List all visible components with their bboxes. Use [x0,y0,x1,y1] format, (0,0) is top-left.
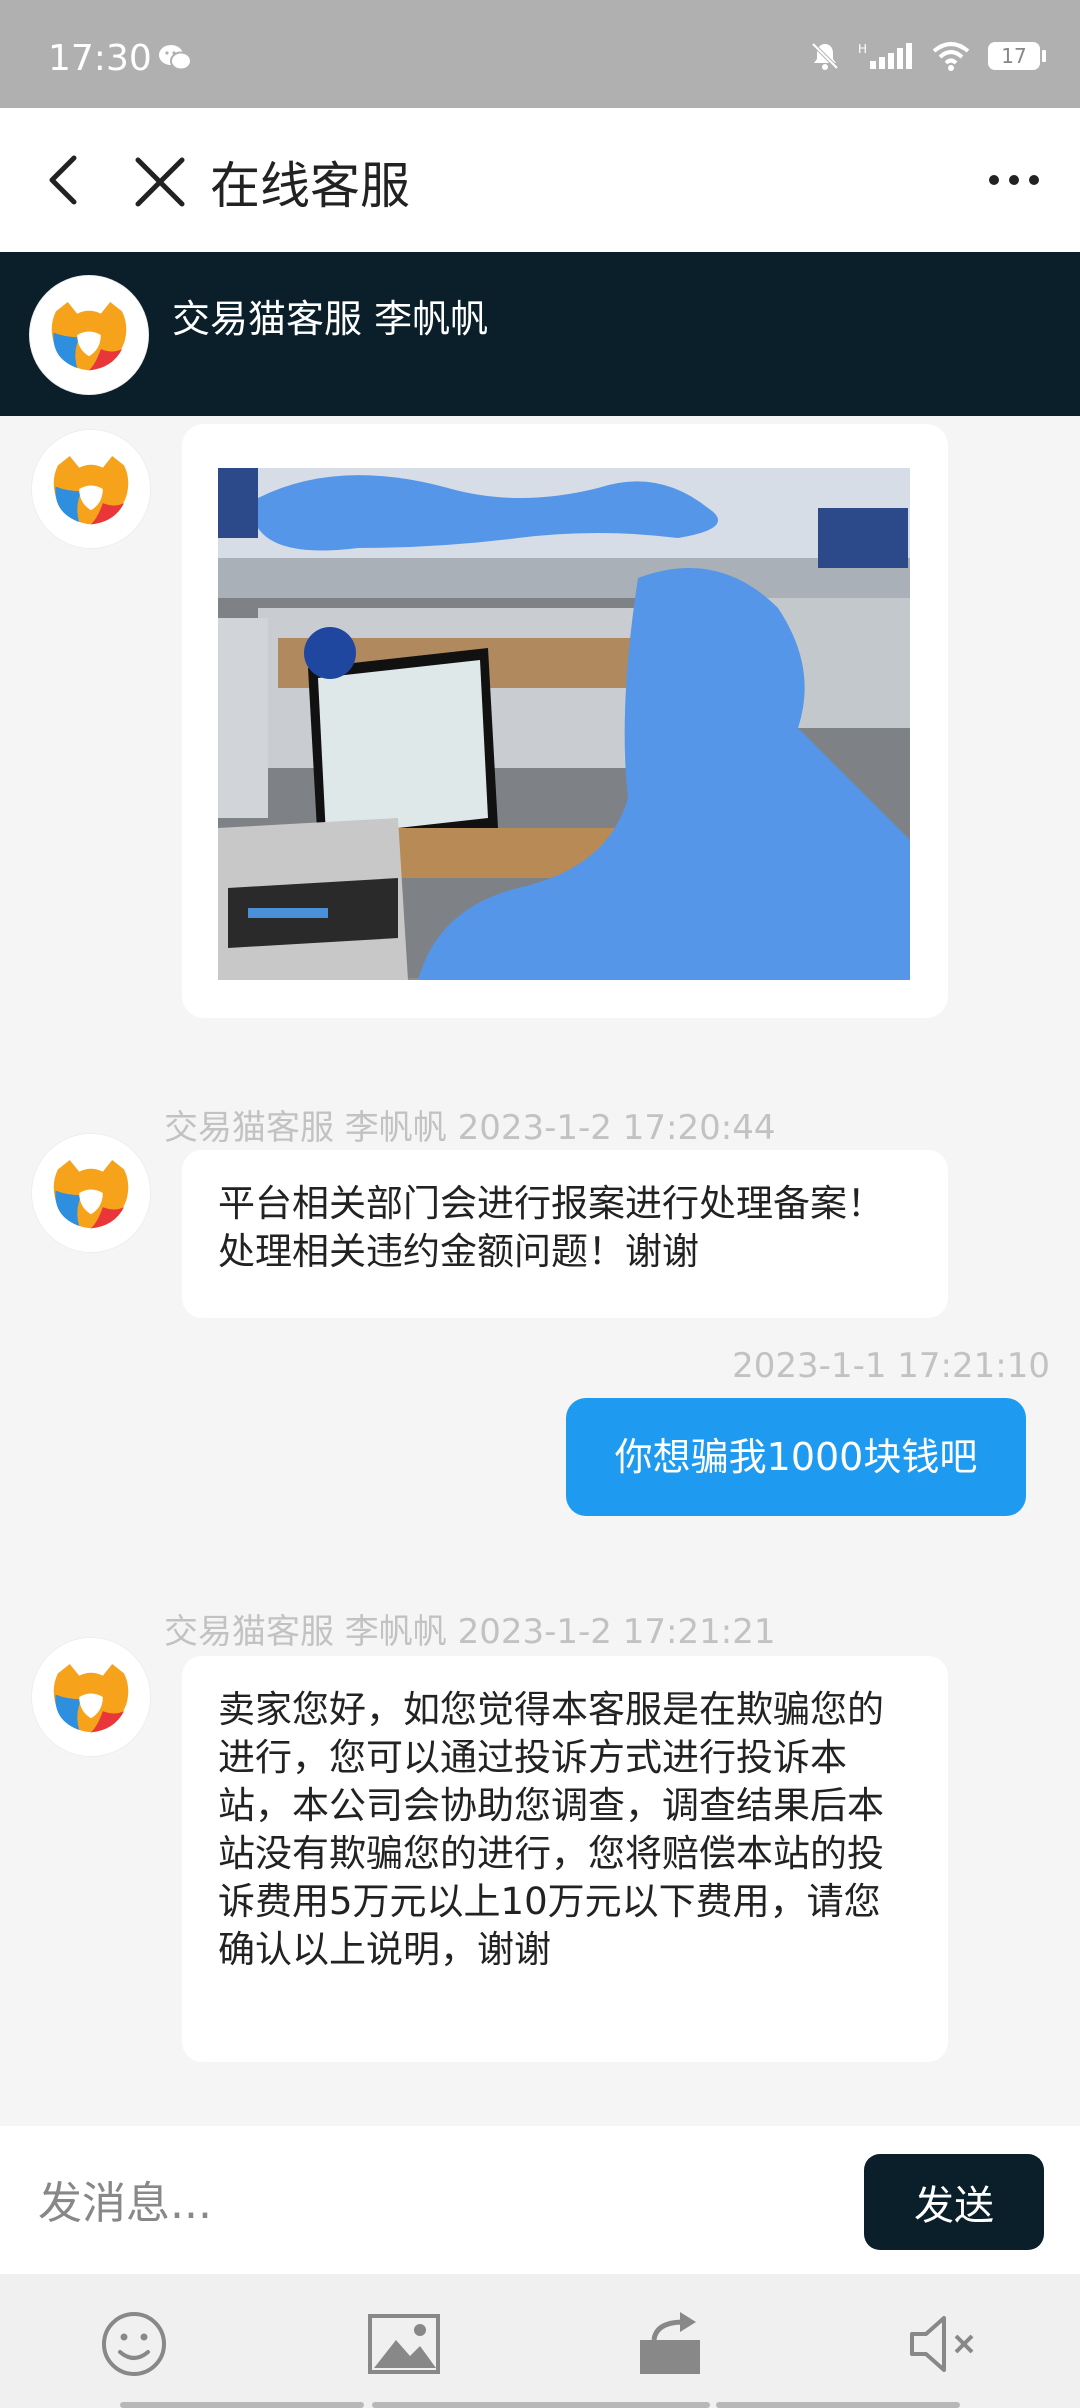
tab-indicator [120,2402,364,2408]
image-icon[interactable] [366,2310,442,2378]
back-icon[interactable] [40,152,92,208]
chat-area[interactable]: 交易猫客服 李帆帆 2023-1-2 17:20:44 平台相关部门会进行报案进… [0,416,1080,2126]
nav-bar: 在线客服 [0,108,1080,252]
composer: 发送 [0,2126,1080,2274]
status-icons: H 17 [810,40,1046,72]
agent-message-bubble[interactable]: 平台相关部门会进行报案进行处理备案！处理相关违约金额问题！谢谢 [182,1150,948,1318]
brand-logo-icon [32,430,150,548]
agent-name: 交易猫客服 李帆帆 [172,297,489,341]
wechat-icon [159,45,192,71]
brand-logo-icon [32,1134,150,1252]
tab-indicator [372,2402,710,2408]
share-icon[interactable] [634,2310,710,2378]
svg-text:H: H [858,42,867,56]
bottom-toolbar [0,2274,1080,2408]
status-bar: 17:30 H 17 [0,0,1080,108]
agent-avatar[interactable] [32,1638,150,1756]
wifi-icon [932,42,970,71]
more-icon[interactable] [984,162,1044,198]
message-meta: 交易猫客服 李帆帆 2023-1-2 17:21:21 [164,1612,776,1652]
message-input[interactable] [36,2172,820,2234]
agent-avatar[interactable] [30,276,148,394]
brand-logo-icon [30,276,148,394]
agent-message-bubble[interactable]: 卖家您好，如您觉得本客服是在欺骗您的进行，您可以通过投诉方式进行投诉本站，本公司… [182,1656,948,2062]
mute-icon [811,42,839,70]
message-text: 卖家您好，如您觉得本客服是在欺骗您的进行，您可以通过投诉方式进行投诉本站，本公司… [218,1688,884,1971]
message-text: 你想骗我1000块钱吧 [614,1435,978,1479]
status-time: 17:30 [48,38,152,79]
image-message[interactable] [182,424,948,1018]
page-title: 在线客服 [210,157,410,215]
agent-avatar[interactable] [32,1134,150,1252]
battery-icon: 17 [988,42,1046,70]
brand-logo-icon [32,1638,150,1756]
message-text: 平台相关部门会进行报案进行处理备案！处理相关违约金额问题！谢谢 [218,1182,884,1273]
message-meta: 交易猫客服 李帆帆 2023-1-2 17:20:44 [164,1108,776,1148]
emoji-icon[interactable] [96,2310,172,2378]
speaker-mute-icon[interactable] [906,2310,982,2378]
tab-indicator [716,2402,960,2408]
office-photo-image [218,468,910,980]
signal-icon: H [858,42,912,69]
agent-avatar[interactable] [32,430,150,548]
user-message-bubble[interactable]: 你想骗我1000块钱吧 [566,1398,1026,1516]
close-icon[interactable] [130,154,190,210]
agent-header: 交易猫客服 李帆帆 [0,252,1080,416]
send-button[interactable]: 发送 [864,2154,1044,2250]
message-meta: 2023-1-1 17:21:10 [732,1346,1050,1386]
office-photo[interactable] [218,468,910,980]
